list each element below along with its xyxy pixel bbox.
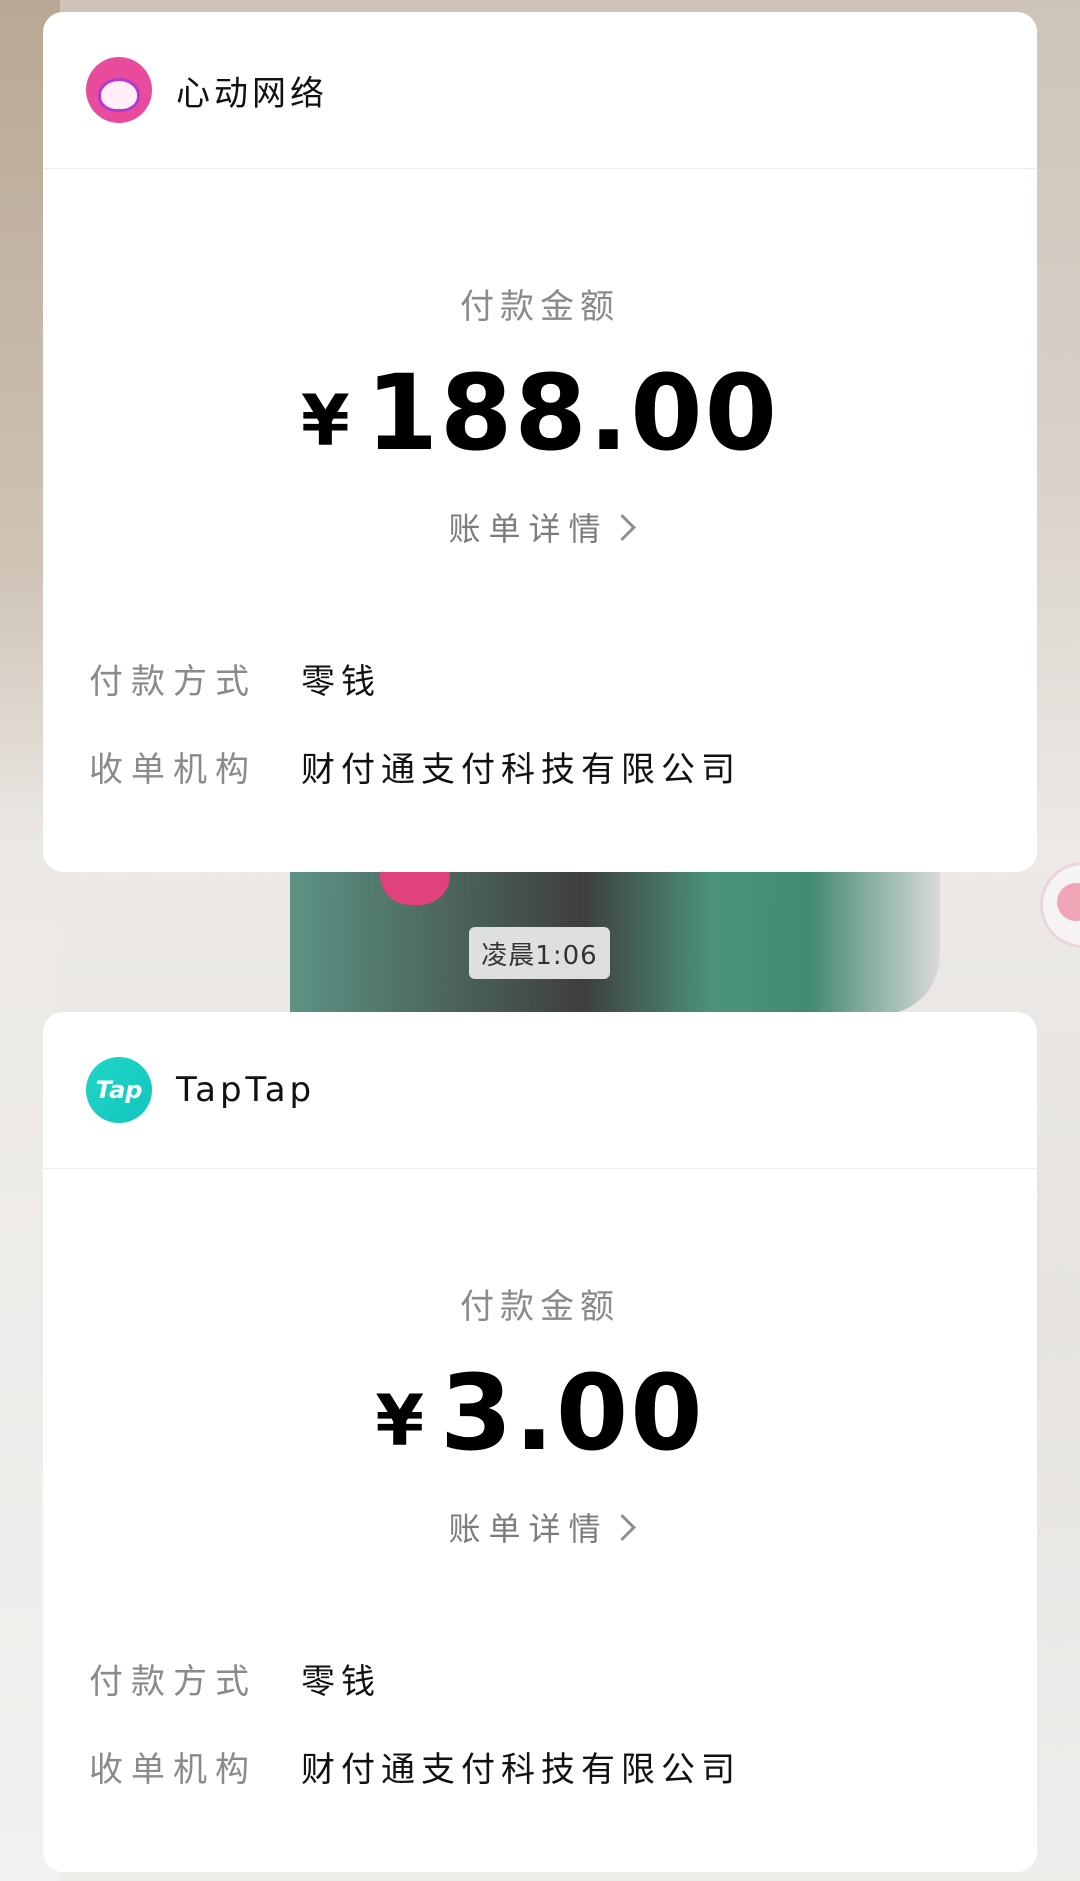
info-value: 财付通支付科技有限公司 [301, 749, 741, 790]
info-row-acquirer: 收单机构 财付通支付科技有限公司 [89, 1722, 1037, 1810]
info-rows: 付款方式 零钱 收单机构 财付通支付科技有限公司 [43, 634, 1037, 810]
payment-card[interactable]: 心动网络 付款金额 ¥188.00 账单详情 付款方式 零钱 收单机构 财付通支… [43, 12, 1037, 872]
card-header: 心动网络 [43, 12, 1037, 169]
currency-symbol: ¥ [300, 380, 352, 462]
card-header: Tap TapTap [43, 1012, 1037, 1169]
info-value: 零钱 [301, 1661, 381, 1702]
message-timestamp: 凌晨1:06 [469, 927, 610, 979]
amount-number: 3.00 [440, 1352, 705, 1474]
floating-bubble-icon[interactable] [1040, 862, 1080, 948]
info-row-payment-method: 付款方式 零钱 [89, 634, 1037, 722]
info-key: 收单机构 [89, 749, 257, 790]
merchant-name[interactable]: TapTap [176, 1070, 315, 1110]
info-value: 财付通支付科技有限公司 [301, 1749, 741, 1790]
info-row-acquirer: 收单机构 财付通支付科技有限公司 [89, 722, 1037, 810]
amount-value: ¥3.00 [43, 1358, 1037, 1468]
info-key: 收单机构 [89, 1749, 257, 1790]
bill-details-label: 账单详情 [448, 1510, 609, 1548]
amount-value: ¥188.00 [43, 358, 1037, 468]
amount-label: 付款金额 [460, 287, 620, 327]
currency-symbol: ¥ [375, 1380, 427, 1462]
bill-details-link[interactable]: 账单详情 [448, 504, 636, 550]
amount-section: 付款金额 ¥3.00 账单详情 [43, 1279, 1037, 1550]
chevron-right-icon [608, 1513, 636, 1541]
payment-card[interactable]: Tap TapTap 付款金额 ¥3.00 账单详情 付款方式 零钱 收单机构 … [43, 1012, 1037, 1872]
info-rows: 付款方式 零钱 收单机构 财付通支付科技有限公司 [43, 1634, 1037, 1810]
amount-number: 188.00 [365, 352, 780, 474]
taptap-logo-text: Tap [95, 1076, 143, 1104]
bill-details-label: 账单详情 [448, 510, 609, 548]
taptap-logo-icon[interactable]: Tap [86, 1057, 152, 1123]
info-row-payment-method: 付款方式 零钱 [89, 1634, 1037, 1722]
bill-details-link[interactable]: 账单详情 [448, 1504, 636, 1550]
info-value: 零钱 [301, 661, 381, 702]
merchant-name[interactable]: 心动网络 [176, 66, 328, 115]
amount-section: 付款金额 ¥188.00 账单详情 [43, 279, 1037, 550]
chevron-right-icon [608, 513, 636, 541]
anime-avatar-icon[interactable] [86, 57, 152, 123]
info-key: 付款方式 [89, 1661, 257, 1702]
amount-label: 付款金额 [460, 1287, 620, 1327]
info-key: 付款方式 [89, 661, 257, 702]
